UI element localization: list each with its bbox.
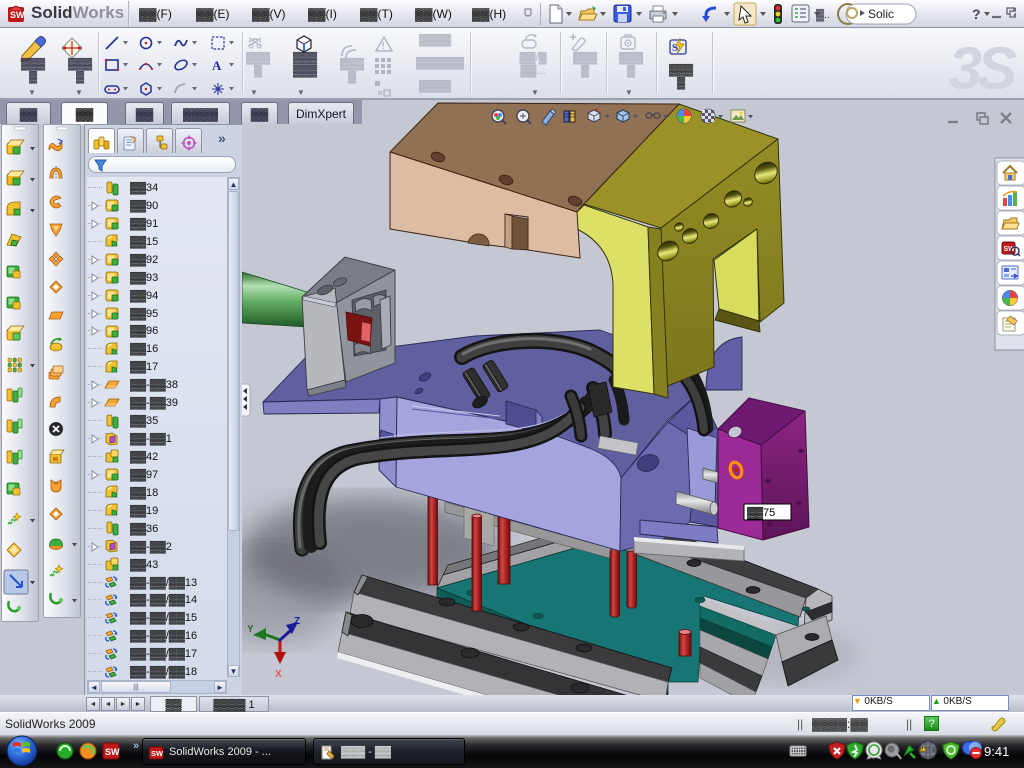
svg-text:SW: SW (151, 749, 164, 758)
svg-text:Z: Z (294, 616, 300, 627)
svg-text:9:41: 9:41 (984, 744, 1009, 759)
svg-text:»: » (133, 740, 139, 752)
svg-text:SW: SW (105, 747, 120, 757)
svg-text:X: X (275, 669, 282, 680)
svg-text:?: ? (972, 6, 981, 22)
svg-text:▓▓75: ▓▓75 (747, 506, 775, 520)
svg-text:Solic: Solic (868, 7, 894, 21)
svg-text:SW: SW (10, 10, 25, 20)
svg-text:▓..: ▓.. (816, 8, 830, 22)
svg-text:A: A (212, 58, 222, 73)
svg-text:!: ! (382, 41, 385, 52)
svg-text:Y: Y (247, 624, 254, 635)
